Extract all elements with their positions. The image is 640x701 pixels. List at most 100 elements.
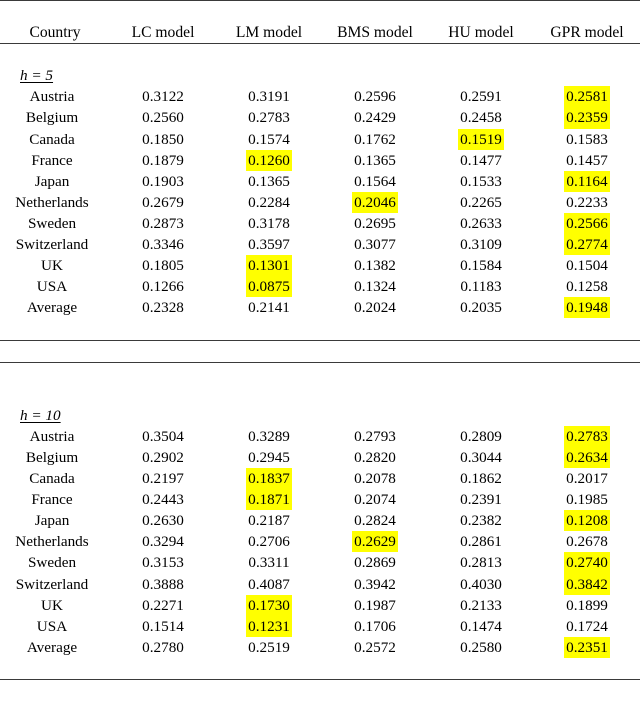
cell-value-text: 0.3597 (246, 234, 292, 255)
table-row: Netherlands0.32940.27060.26290.28610.267… (0, 531, 640, 552)
cell-value: 0.2560 (110, 107, 216, 128)
table-row: USA0.15140.12310.17060.14740.1724 (0, 616, 640, 637)
cell-value-text: 0.2869 (352, 552, 398, 573)
cell-value-text: 0.2187 (246, 510, 292, 531)
cell-value-highlighted: 0.2740 (534, 552, 640, 573)
cell-value: 0.2284 (216, 192, 322, 213)
section-label-row: h = 5 (0, 65, 640, 86)
cell-value-highlighted: 0.2581 (534, 86, 640, 107)
cell-value-text: 0.2783 (564, 426, 610, 447)
cell-value: 0.2382 (428, 510, 534, 531)
cell-value: 0.2187 (216, 510, 322, 531)
cell-value-text: 0.2197 (140, 468, 186, 489)
cell-value: 0.2783 (216, 107, 322, 128)
cell-value: 0.1706 (322, 616, 428, 637)
cell-value-highlighted: 0.1948 (534, 297, 640, 318)
cell-value: 0.2074 (322, 489, 428, 510)
cell-value-text: 0.1805 (140, 255, 186, 276)
cell-value-highlighted: 0.1837 (216, 468, 322, 489)
cell-value-text: 0.2359 (564, 107, 610, 128)
column-header-gpr-model: GPR model (534, 22, 640, 44)
cell-value: 0.4087 (216, 574, 322, 595)
cell-value: 0.2233 (534, 192, 640, 213)
column-header-hu-model: HU model (428, 22, 534, 44)
cell-value: 0.1574 (216, 129, 322, 150)
cell-value-text: 0.1164 (564, 171, 609, 192)
cell-value-text: 0.1706 (352, 616, 398, 637)
cell-value: 0.1564 (322, 171, 428, 192)
cell-value-highlighted: 0.1164 (534, 171, 640, 192)
cell-value-highlighted: 0.2774 (534, 234, 640, 255)
cell-value: 0.1504 (534, 255, 640, 276)
cell-value-text: 0.2809 (458, 426, 504, 447)
cell-value-text: 0.1474 (458, 616, 504, 637)
table-row: Belgium0.25600.27830.24290.24580.2359 (0, 107, 640, 128)
cell-value-text: 0.1382 (352, 255, 398, 276)
cell-value-highlighted: 0.2351 (534, 637, 640, 658)
cell-value: 0.1762 (322, 129, 428, 150)
table-row: Average 0.2780 0.2519 0.2572 0.25800.2351 (0, 637, 640, 658)
cell-value-text: 0.2679 (140, 192, 186, 213)
cell-value-text: 0.1584 (458, 255, 504, 276)
cell-value-text: 0.2572 (352, 637, 398, 658)
cell-value: 0.2024 (322, 297, 428, 318)
cell-value-text: 0.2233 (564, 192, 610, 213)
cell-value: 0.3597 (216, 234, 322, 255)
cell-country: USA (0, 616, 110, 637)
cell-value-text: 0.1457 (564, 150, 610, 171)
table-row: Sweden0.28730.31780.26950.26330.2566 (0, 213, 640, 234)
cell-value: 0.2596 (322, 86, 428, 107)
cell-country: Average (0, 637, 110, 658)
column-header-bms-model: BMS model (322, 22, 428, 44)
cell-value-text: 0.3311 (246, 552, 291, 573)
section-divider-rule-top-cell (0, 340, 640, 362)
cell-country: Switzerland (0, 574, 110, 595)
cell-value-text: 0.2519 (246, 637, 292, 658)
cell-value-text: 0.1324 (352, 276, 398, 297)
cell-value: 0.2873 (110, 213, 216, 234)
cell-country: Netherlands (0, 531, 110, 552)
cell-value-highlighted: 0.2783 (534, 426, 640, 447)
cell-country: UK (0, 595, 110, 616)
cell-value-text: 0.2458 (458, 107, 504, 128)
table-row: France0.24430.18710.20740.23910.1985 (0, 489, 640, 510)
column-header-lc-model: LC model (110, 22, 216, 44)
cell-value-text: 0.1266 (140, 276, 186, 297)
cell-value: 0.2580 (428, 637, 534, 658)
cell-value-highlighted: 0.2046 (322, 192, 428, 213)
cell-value-text: 0.2581 (564, 86, 610, 107)
cell-value-text: 0.2873 (140, 213, 186, 234)
cell-value-text: 0.1504 (564, 255, 610, 276)
cell-country: USA (0, 276, 110, 297)
cell-value-text: 0.1899 (564, 595, 610, 616)
cell-value: 0.2678 (534, 531, 640, 552)
section-divider-rule-bottom-cell (0, 362, 640, 384)
cell-value: 0.2078 (322, 468, 428, 489)
cell-value-text: 0.2141 (246, 297, 292, 318)
cell-value-text: 0.1762 (352, 129, 398, 150)
cell-value: 0.1474 (428, 616, 534, 637)
cell-value: 0.1382 (322, 255, 428, 276)
cell-value: 0.2017 (534, 468, 640, 489)
cell-value-text: 0.1862 (458, 468, 504, 489)
cell-value-text: 0.4030 (458, 574, 504, 595)
table-row: USA0.12660.08750.13240.11830.1258 (0, 276, 640, 297)
header-gap (0, 44, 640, 66)
cell-value-text: 0.2133 (458, 595, 504, 616)
section-label-row: h = 10 (0, 405, 640, 426)
cell-value-text: 0.1985 (564, 489, 610, 510)
cell-value: 0.2633 (428, 213, 534, 234)
cell-value-text: 0.2328 (140, 297, 186, 318)
cell-value-text: 0.1837 (246, 468, 292, 489)
cell-value-text: 0.2780 (140, 637, 186, 658)
cell-country: UK (0, 255, 110, 276)
column-header-row: Country LC model LM model BMS model HU m… (0, 22, 640, 44)
bottom-rule-cell (0, 680, 640, 701)
header-gap-cell (0, 44, 640, 66)
section-label-horizon: h = 10 (0, 405, 640, 426)
cell-value-text: 0.3294 (140, 531, 186, 552)
cell-value-text: 0.2566 (564, 213, 610, 234)
cell-value-text: 0.1514 (140, 616, 186, 637)
cell-value-highlighted: 0.1871 (216, 489, 322, 510)
table-row: Canada0.21970.18370.20780.18620.2017 (0, 468, 640, 489)
